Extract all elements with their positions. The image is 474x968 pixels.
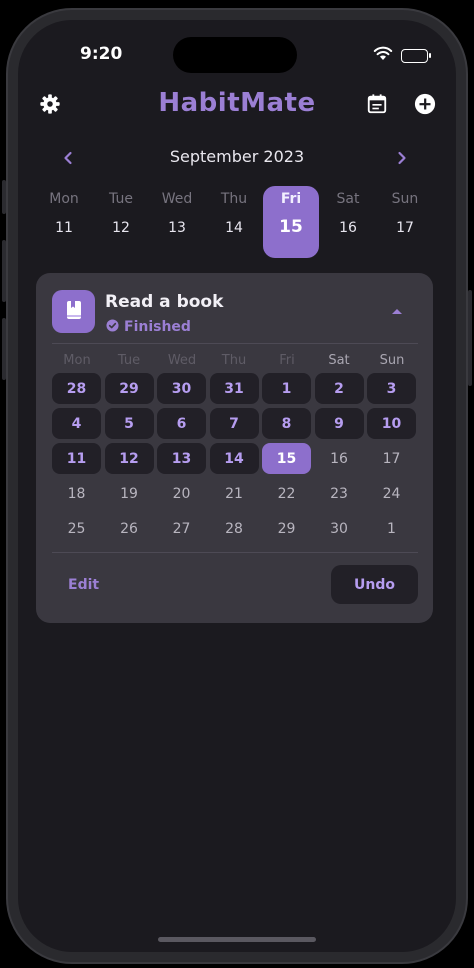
calendar-day[interactable]: 19	[105, 478, 154, 509]
week-day-wed[interactable]: Wed 13	[149, 186, 205, 258]
action-button	[2, 180, 6, 214]
weekday-header: Sun	[379, 353, 405, 368]
week-day-fri-selected[interactable]: Fri 15	[263, 186, 319, 258]
calendar-day[interactable]: 24	[367, 478, 416, 509]
week-day-name: Mon	[49, 191, 79, 207]
calendar-day[interactable]: 22	[262, 478, 311, 509]
weekday-header: Tue	[117, 353, 141, 368]
calendar-day[interactable]: 28	[52, 373, 101, 404]
home-indicator[interactable]	[158, 937, 316, 942]
habit-status: Finished	[106, 317, 191, 336]
habit-icon-tile	[52, 290, 95, 333]
status-time: 9:20	[80, 44, 123, 64]
habit-status-text: Finished	[124, 318, 191, 335]
screen: 9:20 HabitMate September 2023 Mon 11 Tue…	[18, 20, 456, 952]
habit-calendar-weekdays: Mon Tue Wed Thu Fri Sat Sun	[52, 353, 418, 371]
calendar-day[interactable]: 2	[314, 373, 364, 404]
week-day-sat[interactable]: Sat 16	[320, 186, 376, 258]
calendar-day[interactable]: 20	[157, 478, 206, 509]
calendar-day[interactable]: 16	[315, 443, 364, 474]
week-day-thu[interactable]: Thu 14	[206, 186, 262, 258]
calendar-day[interactable]: 10	[367, 408, 416, 439]
calendar-day[interactable]: 18	[52, 478, 101, 509]
app-header: HabitMate	[18, 86, 456, 126]
weekday-header: Mon	[63, 353, 91, 368]
calendar-icon[interactable]	[365, 92, 389, 116]
chevron-right-icon[interactable]	[390, 146, 414, 170]
calendar-day[interactable]: 4	[52, 408, 101, 439]
week-day-sun[interactable]: Sun 17	[377, 186, 433, 258]
battery-icon	[401, 48, 431, 63]
calendar-day[interactable]: 30	[157, 373, 206, 404]
calendar-day[interactable]: 13	[157, 443, 206, 474]
calendar-day[interactable]: 1	[367, 513, 416, 544]
calendar-day[interactable]: 31	[209, 373, 259, 404]
calendar-day-today[interactable]: 15	[262, 443, 311, 474]
week-day-name: Thu	[220, 191, 248, 207]
calendar-day[interactable]: 25	[52, 513, 101, 544]
week-day-name: Sat	[336, 191, 360, 207]
calendar-day[interactable]: 17	[367, 443, 416, 474]
calendar-day[interactable]: 6	[157, 408, 206, 439]
calendar-day[interactable]: 23	[315, 478, 364, 509]
week-day-date: 15	[279, 217, 303, 237]
habit-card: Read a book Finished Mon Tue Wed Thu Fri…	[36, 273, 433, 623]
calendar-day[interactable]: 11	[52, 443, 101, 474]
calendar-day[interactable]: 5	[104, 408, 154, 439]
volume-down-button	[2, 318, 6, 380]
calendar-day[interactable]: 26	[105, 513, 154, 544]
calendar-day[interactable]: 1	[262, 373, 311, 404]
calendar-day[interactable]: 12	[104, 443, 154, 474]
volume-up-button	[2, 240, 6, 302]
habit-name: Read a book	[105, 292, 224, 312]
week-strip: Mon 11 Tue 12 Wed 13 Thu 14 Fri 15 Sat 1…	[36, 186, 440, 258]
wifi-icon	[373, 46, 393, 65]
weekday-header: Thu	[221, 353, 247, 368]
week-day-date: 17	[396, 220, 414, 236]
calendar-day[interactable]: 3	[367, 373, 416, 404]
power-button	[468, 290, 472, 386]
edit-button[interactable]: Edit	[68, 577, 99, 593]
status-icons	[373, 46, 431, 65]
book-icon	[65, 300, 83, 324]
week-day-date: 16	[339, 220, 357, 236]
month-navigation: September 2023	[18, 144, 456, 172]
calendar-day[interactable]: 8	[262, 408, 311, 439]
week-day-name: Fri	[280, 191, 302, 207]
calendar-day[interactable]: 7	[209, 408, 259, 439]
calendar-day[interactable]: 9	[314, 408, 364, 439]
week-day-date: 14	[225, 220, 243, 236]
week-day-date: 11	[55, 220, 73, 236]
calendar-day[interactable]: 29	[262, 513, 311, 544]
plus-circle-icon[interactable]	[413, 92, 437, 116]
week-day-mon[interactable]: Mon 11	[36, 186, 92, 258]
dynamic-island	[173, 37, 297, 73]
calendar-day[interactable]: 30	[315, 513, 364, 544]
week-day-name: Tue	[109, 191, 133, 207]
week-day-name: Wed	[161, 191, 193, 207]
weekday-header: Fri	[279, 353, 295, 368]
calendar-day[interactable]: 14	[209, 443, 259, 474]
collapse-chevron-up-icon[interactable]	[389, 303, 405, 319]
check-circle-icon	[106, 317, 119, 336]
habit-calendar-grid: 28 29 30 31 1 2 3 4 5 6 7 8 9 10 11 12 13 14 15 16 17 18 19 20 2…	[52, 373, 418, 548]
week-day-date: 13	[168, 220, 186, 236]
weekday-header: Wed	[167, 353, 197, 368]
calendar-day[interactable]: 21	[210, 478, 259, 509]
calendar-day[interactable]: 29	[104, 373, 154, 404]
week-day-name: Sun	[391, 191, 419, 207]
week-day-date: 12	[112, 220, 130, 236]
app-title: HabitMate	[158, 88, 316, 118]
card-divider-bottom	[52, 552, 418, 553]
week-day-tue[interactable]: Tue 12	[93, 186, 149, 258]
card-divider-top	[52, 343, 418, 344]
calendar-day[interactable]: 27	[157, 513, 206, 544]
undo-button[interactable]: Undo	[331, 565, 418, 604]
calendar-day[interactable]: 28	[210, 513, 259, 544]
weekday-header: Sat	[328, 353, 350, 368]
